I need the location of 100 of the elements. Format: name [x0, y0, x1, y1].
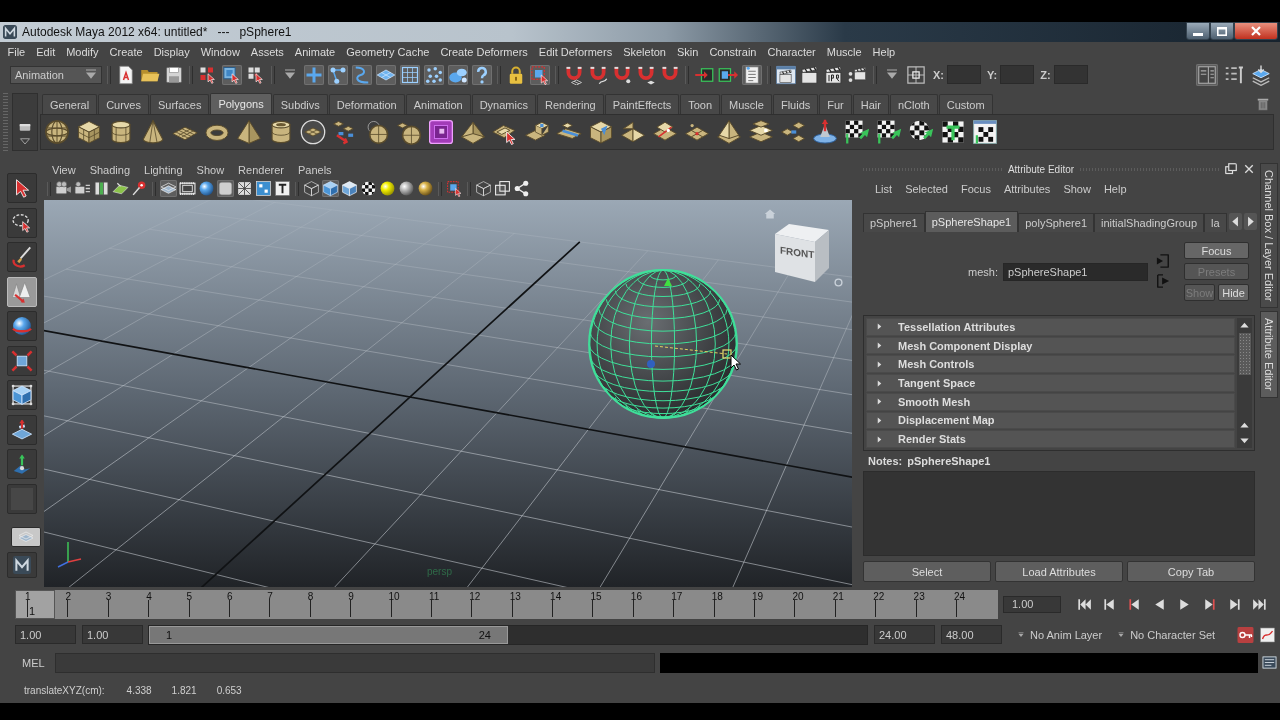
- cursor-pin-icon[interactable]: [131, 180, 148, 197]
- editor-action-button[interactable]: Copy Tab: [1127, 561, 1255, 582]
- node-tab[interactable]: initialShadingGroup: [1094, 213, 1205, 232]
- menu-item[interactable]: Modify: [60, 45, 105, 58]
- select-box-icon[interactable]: [446, 180, 463, 197]
- shaded-cube-icon[interactable]: [322, 180, 339, 197]
- show-manip-icon[interactable]: [7, 449, 37, 479]
- pipe-icon[interactable]: [268, 119, 294, 145]
- scroll-up-icon[interactable]: [1239, 420, 1250, 431]
- curve-points-icon[interactable]: [328, 64, 348, 85]
- section-header[interactable]: Tangent Space: [866, 374, 1235, 392]
- wedge-icon[interactable]: [460, 119, 486, 145]
- cube-cursor-icon[interactable]: [222, 64, 242, 85]
- lasso-icon[interactable]: [7, 207, 37, 238]
- editor-menu-item[interactable]: Selected: [899, 183, 955, 195]
- range-end-field[interactable]: 24.00: [874, 625, 935, 644]
- scale-tool-icon[interactable]: [7, 345, 37, 376]
- save-icon[interactable]: [164, 64, 184, 85]
- current-time-field[interactable]: 1.00: [1003, 595, 1061, 613]
- shelf-tab[interactable]: Polygons: [210, 93, 272, 114]
- shelf-tab[interactable]: Curves: [98, 94, 149, 114]
- soft-mod-icon[interactable]: [7, 414, 37, 445]
- grid-dots-icon[interactable]: [255, 180, 272, 197]
- sphere-icon[interactable]: [44, 119, 70, 145]
- list-wrench-icon[interactable]: [1223, 63, 1245, 86]
- section-header[interactable]: Tessellation Attributes: [866, 318, 1235, 336]
- clapper-icon[interactable]: [800, 64, 820, 85]
- node-tab[interactable]: la: [1204, 213, 1227, 232]
- light-ball-icon[interactable]: [379, 180, 396, 197]
- section-header[interactable]: Displacement Map: [866, 411, 1235, 430]
- menu-item[interactable]: Muscle: [821, 45, 868, 58]
- share-nodes-icon[interactable]: [513, 180, 530, 197]
- editor-menu-item[interactable]: List: [869, 183, 900, 195]
- move-tool-icon[interactable]: [7, 276, 37, 307]
- editor-action-button[interactable]: Select: [863, 561, 991, 582]
- menu-item[interactable]: Skin: [671, 45, 704, 58]
- expand-arrow-icon[interactable]: [876, 415, 883, 425]
- camera-reel-icon[interactable]: [74, 180, 91, 197]
- coordinate-field[interactable]: [1000, 65, 1035, 84]
- node-name-field[interactable]: pSphereShape1: [1002, 263, 1148, 281]
- layout-icon[interactable]: [11, 527, 41, 547]
- layers-icon[interactable]: [1250, 63, 1272, 86]
- editor-menu-item[interactable]: Attributes: [997, 183, 1058, 195]
- magnet-curve-icon[interactable]: [588, 64, 608, 85]
- menu-item[interactable]: Window: [195, 45, 246, 58]
- maximize-button[interactable]: [1210, 22, 1234, 40]
- stacked-planes-icon[interactable]: [748, 119, 774, 145]
- checker-cube-icon[interactable]: [940, 119, 966, 145]
- checker-window-icon[interactable]: [972, 119, 998, 145]
- coordinate-field[interactable]: [1053, 65, 1088, 84]
- tile-icon[interactable]: [780, 119, 806, 145]
- panel-menu-item[interactable]: Renderer: [231, 164, 291, 176]
- editor-action-button[interactable]: Load Attributes: [995, 561, 1123, 582]
- range-bar[interactable]: 1 24: [149, 625, 508, 644]
- shelf-tab[interactable]: Deformation: [328, 94, 405, 114]
- expand-arrow-icon[interactable]: [876, 322, 883, 332]
- magnet-grid-icon[interactable]: [564, 64, 584, 85]
- expand-arrow-icon[interactable]: [876, 359, 883, 369]
- shelf-tab[interactable]: Fur: [819, 94, 852, 114]
- split-sphere-icon[interactable]: [364, 119, 390, 145]
- expand-arrow-icon[interactable]: [876, 341, 883, 351]
- editor-button[interactable]: Hide: [1218, 284, 1249, 301]
- section-header[interactable]: Mesh Component Display: [866, 336, 1235, 355]
- magnet-plane-icon[interactable]: [636, 64, 656, 85]
- bevel-box-icon[interactable]: [588, 119, 614, 145]
- character-set-dropdown[interactable]: No Character Set: [1130, 628, 1216, 641]
- shiny-ball-icon[interactable]: [417, 180, 434, 197]
- cone-arrow-icon[interactable]: [812, 119, 838, 145]
- checker-flag-icon[interactable]: [876, 119, 902, 145]
- target-frame-icon[interactable]: [906, 64, 926, 85]
- key-icon[interactable]: [1237, 626, 1254, 643]
- clapper-dots-icon[interactable]: [848, 64, 868, 85]
- wire-cube-icon[interactable]: [303, 180, 320, 197]
- cube-icon[interactable]: [76, 119, 102, 145]
- menu-item[interactable]: Skeleton: [617, 45, 672, 58]
- arrow-left-icon[interactable]: [1228, 213, 1242, 230]
- new-file-icon[interactable]: [116, 64, 136, 85]
- coordinate-field[interactable]: [947, 65, 981, 84]
- menu-item[interactable]: Create Deformers: [434, 45, 534, 58]
- editor-menu-item[interactable]: Show: [1057, 183, 1098, 195]
- grid-circle-icon[interactable]: [300, 119, 326, 145]
- float-window-icon[interactable]: [1225, 163, 1237, 175]
- square-icon[interactable]: [217, 180, 234, 197]
- shelf-tab[interactable]: nCloth: [889, 94, 938, 114]
- pyramid-plane-icon[interactable]: [716, 119, 742, 145]
- shelf-tab[interactable]: Toon: [680, 94, 721, 114]
- shelf-tab[interactable]: Surfaces: [150, 94, 210, 114]
- script-editor-icon[interactable]: [1262, 655, 1277, 670]
- side-tab[interactable]: Attribute Editor: [1260, 311, 1278, 399]
- universal-manip-icon[interactable]: [7, 380, 37, 410]
- input-connection-icon[interactable]: [1155, 254, 1170, 268]
- close-icon[interactable]: [1243, 163, 1255, 175]
- clapper-ipr-icon[interactable]: [824, 64, 844, 85]
- pyramid-icon[interactable]: [236, 119, 262, 145]
- scrollbar[interactable]: [1237, 318, 1252, 448]
- shelf-tab[interactable]: Custom: [938, 94, 993, 114]
- select-box-icon[interactable]: [530, 64, 550, 85]
- notes-field[interactable]: [863, 471, 1255, 556]
- paint-brush-icon[interactable]: [7, 242, 37, 272]
- particles-icon[interactable]: [448, 64, 468, 85]
